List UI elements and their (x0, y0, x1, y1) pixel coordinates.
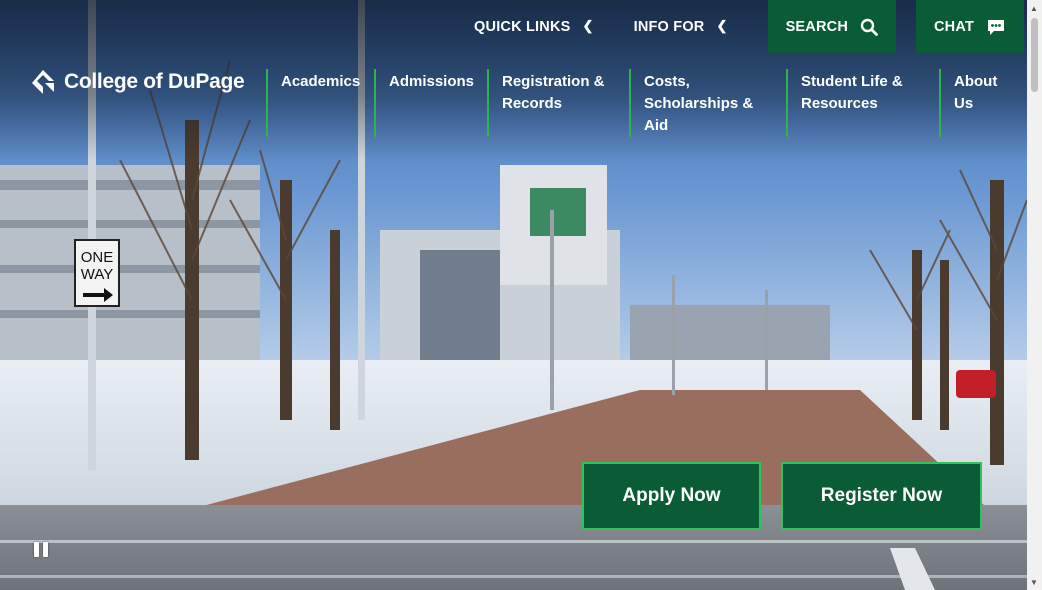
quick-links-label: QUICK LINKS (474, 18, 571, 35)
nav-item-costs-scholarships-aid[interactable]: Costs, Scholarships & Aid (629, 69, 786, 137)
sign-text-way: WAY (81, 266, 114, 283)
quick-links-toggle[interactable]: QUICK LINKS ❮ (454, 0, 614, 53)
college-name: College of DuPage (64, 70, 245, 93)
utility-nav: QUICK LINKS ❮ INFO FOR ❮ SEARCH CHAT (454, 0, 1027, 53)
pause-icon (43, 541, 48, 557)
pause-video-button[interactable] (30, 538, 52, 560)
chevron-left-icon: ❮ (716, 17, 728, 33)
page-scrollbar[interactable]: ▲ ▼ (1027, 0, 1042, 590)
nav-item-student-life-resources[interactable]: Student Life & Resources (786, 69, 939, 137)
main-nav: Academics Admissions Registration & Reco… (266, 69, 1011, 137)
scroll-down-arrow-icon[interactable]: ▼ (1030, 578, 1038, 587)
nav-item-registration-records[interactable]: Registration & Records (487, 69, 629, 137)
search-label: SEARCH (785, 18, 848, 35)
nav-item-academics[interactable]: Academics (266, 69, 374, 137)
scroll-up-arrow-icon[interactable]: ▲ (1030, 4, 1038, 13)
chat-bubble-icon (988, 19, 1004, 35)
search-button[interactable]: SEARCH (767, 0, 896, 53)
college-logo-mark-icon (32, 70, 54, 94)
nav-item-about-us[interactable]: About Us (939, 69, 1011, 137)
sign-text-one: ONE (81, 249, 114, 266)
register-now-button[interactable]: Register Now (781, 462, 982, 530)
page: ONE WAY QUICK LINKS ❮ INFO FOR ❮ SEARCH … (0, 0, 1027, 590)
chat-label: CHAT (934, 18, 974, 35)
info-for-toggle[interactable]: INFO FOR ❮ (614, 0, 748, 53)
nav-item-admissions[interactable]: Admissions (374, 69, 487, 137)
chevron-left-icon: ❮ (582, 17, 594, 33)
search-icon (860, 18, 878, 36)
college-logo[interactable]: College of DuPage (30, 69, 245, 95)
apply-now-button[interactable]: Apply Now (582, 462, 761, 530)
scroll-thumb[interactable] (1031, 18, 1038, 92)
chat-button[interactable]: CHAT (916, 0, 1024, 53)
pause-icon (34, 541, 39, 557)
info-for-label: INFO FOR (633, 18, 705, 35)
